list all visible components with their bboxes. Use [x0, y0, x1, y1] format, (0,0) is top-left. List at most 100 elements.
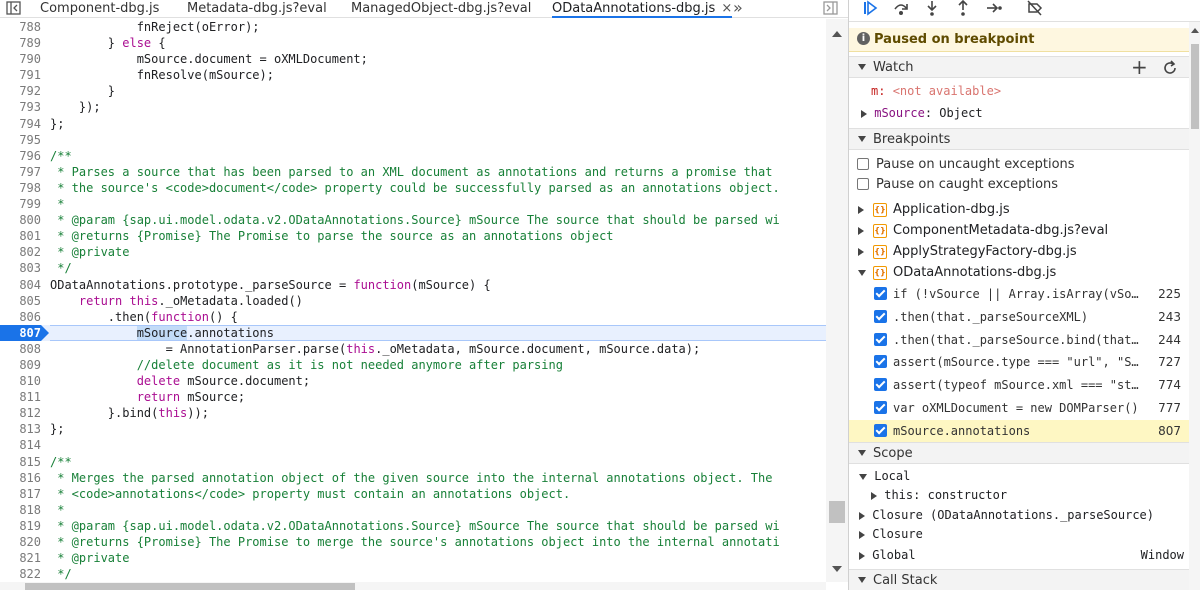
current-execution-line[interactable]: 807 mSource.annotations	[0, 324, 826, 341]
code-line[interactable]: 792 }	[0, 83, 826, 99]
code-line[interactable]: 803 */	[0, 260, 826, 276]
watch-item[interactable]: m: <not available>	[871, 84, 1001, 98]
code-line[interactable]: 806 .then(function() {	[0, 309, 826, 325]
line-number[interactable]: 806	[0, 309, 41, 325]
checkbox[interactable]	[857, 178, 869, 190]
code-line[interactable]: 797 * Parses a source that has been pars…	[0, 164, 826, 180]
code-line[interactable]: 790 mSource.document = oXMLDocument;	[0, 51, 826, 67]
step-into-icon[interactable]	[921, 0, 943, 18]
code-line[interactable]: 820 * @returns {Promise} The Promise to …	[0, 534, 826, 550]
code-line[interactable]: 796 /**	[0, 148, 826, 164]
scroll-up-icon[interactable]	[1191, 28, 1199, 33]
tab-component-dbg[interactable]: Component-dbg.js	[40, 0, 159, 18]
expand-triangle-icon[interactable]	[859, 530, 865, 539]
code-line[interactable]: 795	[0, 132, 826, 148]
code-line[interactable]: 809 //delete document as it is not neede…	[0, 357, 826, 373]
line-number[interactable]: 820	[0, 534, 41, 550]
scope-closure[interactable]: Closure	[859, 527, 923, 541]
code-line[interactable]: 811 return mSource;	[0, 389, 826, 405]
breakpoint-file-applystrategyfactory[interactable]: {} ApplyStrategyFactory-dbg.js	[849, 242, 1189, 262]
line-number[interactable]: 816	[0, 470, 41, 486]
code-line[interactable]: 812 }.bind(this));	[0, 405, 826, 421]
code-line[interactable]: 821 * @private	[0, 550, 826, 566]
line-number[interactable]: 798	[0, 180, 41, 196]
code-line[interactable]: 822 */	[0, 566, 826, 582]
line-number[interactable]: 788	[0, 19, 41, 35]
scrollbar-thumb[interactable]	[1191, 44, 1199, 129]
code-line[interactable]: 810 delete mSource.document;	[0, 373, 826, 389]
resume-icon[interactable]	[859, 0, 881, 18]
breakpoint-checkbox[interactable]	[874, 355, 887, 369]
code-line[interactable]: 801 * @returns {Promise} The Promise to …	[0, 228, 826, 244]
collapse-triangle-icon[interactable]	[859, 473, 867, 480]
breakpoint-item[interactable]: assert(mSource.type === "url", "Source m…	[849, 351, 1189, 373]
line-number[interactable]: 807	[0, 325, 41, 341]
editor-horizontal-scrollbar[interactable]	[0, 582, 826, 590]
close-tab-icon[interactable]: ×	[721, 1, 732, 16]
expand-triangle-icon[interactable]	[858, 248, 864, 256]
line-number[interactable]: 801	[0, 228, 41, 244]
tab-metadata-dbg[interactable]: Metadata-dbg.js?eval	[187, 0, 327, 18]
code-line[interactable]: 799 *	[0, 196, 826, 212]
line-number[interactable]: 813	[0, 421, 41, 437]
code-editor[interactable]: 788 fnReject(oError); 789 } else {790 mSo…	[0, 19, 826, 582]
breakpoint-checkbox[interactable]	[874, 287, 887, 300]
code-line[interactable]: 800 * @param {sap.ui.model.odata.v2.ODat…	[0, 212, 826, 228]
expand-triangle-icon[interactable]	[871, 491, 877, 500]
expand-triangle-icon[interactable]	[859, 511, 865, 520]
line-number[interactable]: 802	[0, 244, 41, 260]
pause-caught-option[interactable]: Pause on caught exceptions	[857, 177, 1058, 192]
code-line[interactable]: 791 fnResolve(mSource);	[0, 67, 826, 83]
breakpoint-checkbox[interactable]	[874, 401, 887, 414]
line-number[interactable]: 805	[0, 293, 41, 309]
line-number[interactable]: 803	[0, 260, 41, 276]
line-number[interactable]: 789	[0, 35, 41, 51]
step-over-icon[interactable]	[890, 0, 912, 18]
code-line[interactable]: 808 = AnnotationParser.parse(this._oMeta…	[0, 341, 826, 357]
scope-section-header[interactable]: Scope	[849, 442, 1189, 464]
line-number[interactable]: 812	[0, 405, 41, 421]
scope-closure-parsesource[interactable]: Closure (ODataAnnotations._parseSource)	[859, 508, 1154, 522]
code-line[interactable]: 818 *	[0, 502, 826, 518]
breakpoint-item[interactable]: .then(that._parseSource.bind(that)) 244	[849, 329, 1189, 351]
scrollbar-thumb[interactable]	[25, 583, 355, 590]
line-number[interactable]: 792	[0, 83, 41, 99]
code-line[interactable]: 788 fnReject(oError);	[0, 19, 826, 35]
breakpoint-item[interactable]: var oXMLDocument = new DOMParser() 777	[849, 397, 1189, 419]
line-number[interactable]: 791	[0, 67, 41, 83]
step-icon[interactable]	[983, 0, 1005, 18]
code-line[interactable]: 813};	[0, 421, 826, 437]
breakpoint-checkbox[interactable]	[874, 423, 887, 437]
expand-triangle-icon[interactable]	[858, 206, 864, 214]
breakpoints-section-header[interactable]: Breakpoints	[849, 128, 1189, 150]
sidebar-vertical-scrollbar[interactable]	[1189, 22, 1200, 590]
code-line[interactable]: 814	[0, 437, 826, 453]
breakpoint-checkbox[interactable]	[874, 378, 887, 392]
watch-section-header[interactable]: Watch +	[849, 55, 1189, 79]
line-number[interactable]: 815	[0, 454, 41, 470]
code-line[interactable]: 789 } else {	[0, 35, 826, 51]
line-number[interactable]: 793	[0, 99, 41, 115]
code-line[interactable]: 802 * @private	[0, 244, 826, 260]
breakpoint-file-odataannotations[interactable]: {} ODataAnnotations-dbg.js	[849, 263, 1189, 283]
step-out-icon[interactable]	[952, 0, 974, 18]
breakpoint-file-componentmetadata[interactable]: {} ComponentMetadata-dbg.js?eval	[849, 221, 1189, 241]
add-watch-icon[interactable]: +	[1131, 55, 1148, 79]
line-number[interactable]: 795	[0, 132, 41, 148]
expand-triangle-icon[interactable]	[858, 227, 864, 235]
code-line[interactable]: 816 * Merges the parsed annotation objec…	[0, 470, 826, 486]
scope-this[interactable]: this: constructor	[871, 488, 1007, 502]
code-line[interactable]: 817 * <code>annotations</code> property …	[0, 486, 826, 502]
code-line[interactable]: 815 /**	[0, 454, 826, 470]
toggle-debugger-sidebar-icon[interactable]	[823, 1, 839, 15]
pause-uncaught-option[interactable]: Pause on uncaught exceptions	[857, 157, 1075, 172]
code-line[interactable]: 798 * the source's <code>document</code>…	[0, 180, 826, 196]
line-number[interactable]: 797	[0, 164, 41, 180]
line-number[interactable]: 811	[0, 389, 41, 405]
scope-local[interactable]: Local	[859, 469, 910, 483]
code-line[interactable]: 804 ODataAnnotations.prototype._parseSour…	[0, 277, 826, 293]
breakpoint-item[interactable]: assert(typeof mSource.xml === "string") 7…	[849, 374, 1189, 396]
expand-triangle-icon[interactable]	[859, 551, 865, 560]
scrollbar-thumb[interactable]	[829, 501, 845, 523]
line-number[interactable]: 818	[0, 502, 41, 518]
